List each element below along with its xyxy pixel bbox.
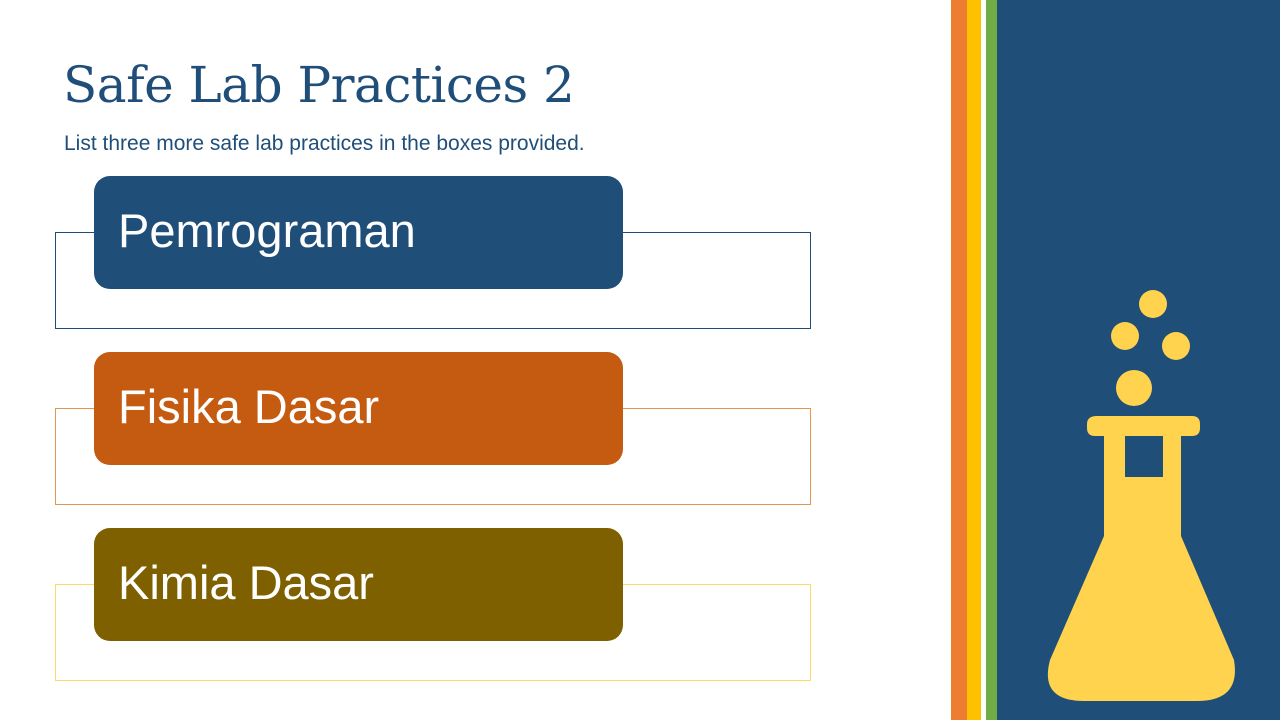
item-label-3: Kimia Dasar	[118, 556, 374, 609]
side-panel	[997, 0, 1280, 720]
bubble-4	[1116, 370, 1152, 406]
stripe-yellow	[967, 0, 981, 720]
bubble-1	[1139, 290, 1167, 318]
slide-title: Safe Lab Practices 2	[63, 56, 575, 114]
flask-body	[1047, 416, 1235, 701]
item-label-2: Fisika Dasar	[118, 380, 380, 433]
bubble-3	[1162, 332, 1190, 360]
bubble-2	[1111, 322, 1139, 350]
item-label-1: Pemrograman	[118, 204, 416, 257]
stripe-green	[986, 0, 997, 720]
stripe-orange	[951, 0, 967, 720]
slide-subtitle: List three more safe lab practices in th…	[64, 132, 585, 155]
item-label-box-1: Pemrograman	[94, 176, 623, 289]
item-label-box-3: Kimia Dasar	[94, 528, 623, 641]
flask-icon	[1047, 290, 1235, 701]
slide: Safe Lab Practices 2 List three more saf…	[0, 0, 1280, 720]
flask-shape	[1047, 290, 1235, 701]
item-label-box-2: Fisika Dasar	[94, 352, 623, 465]
